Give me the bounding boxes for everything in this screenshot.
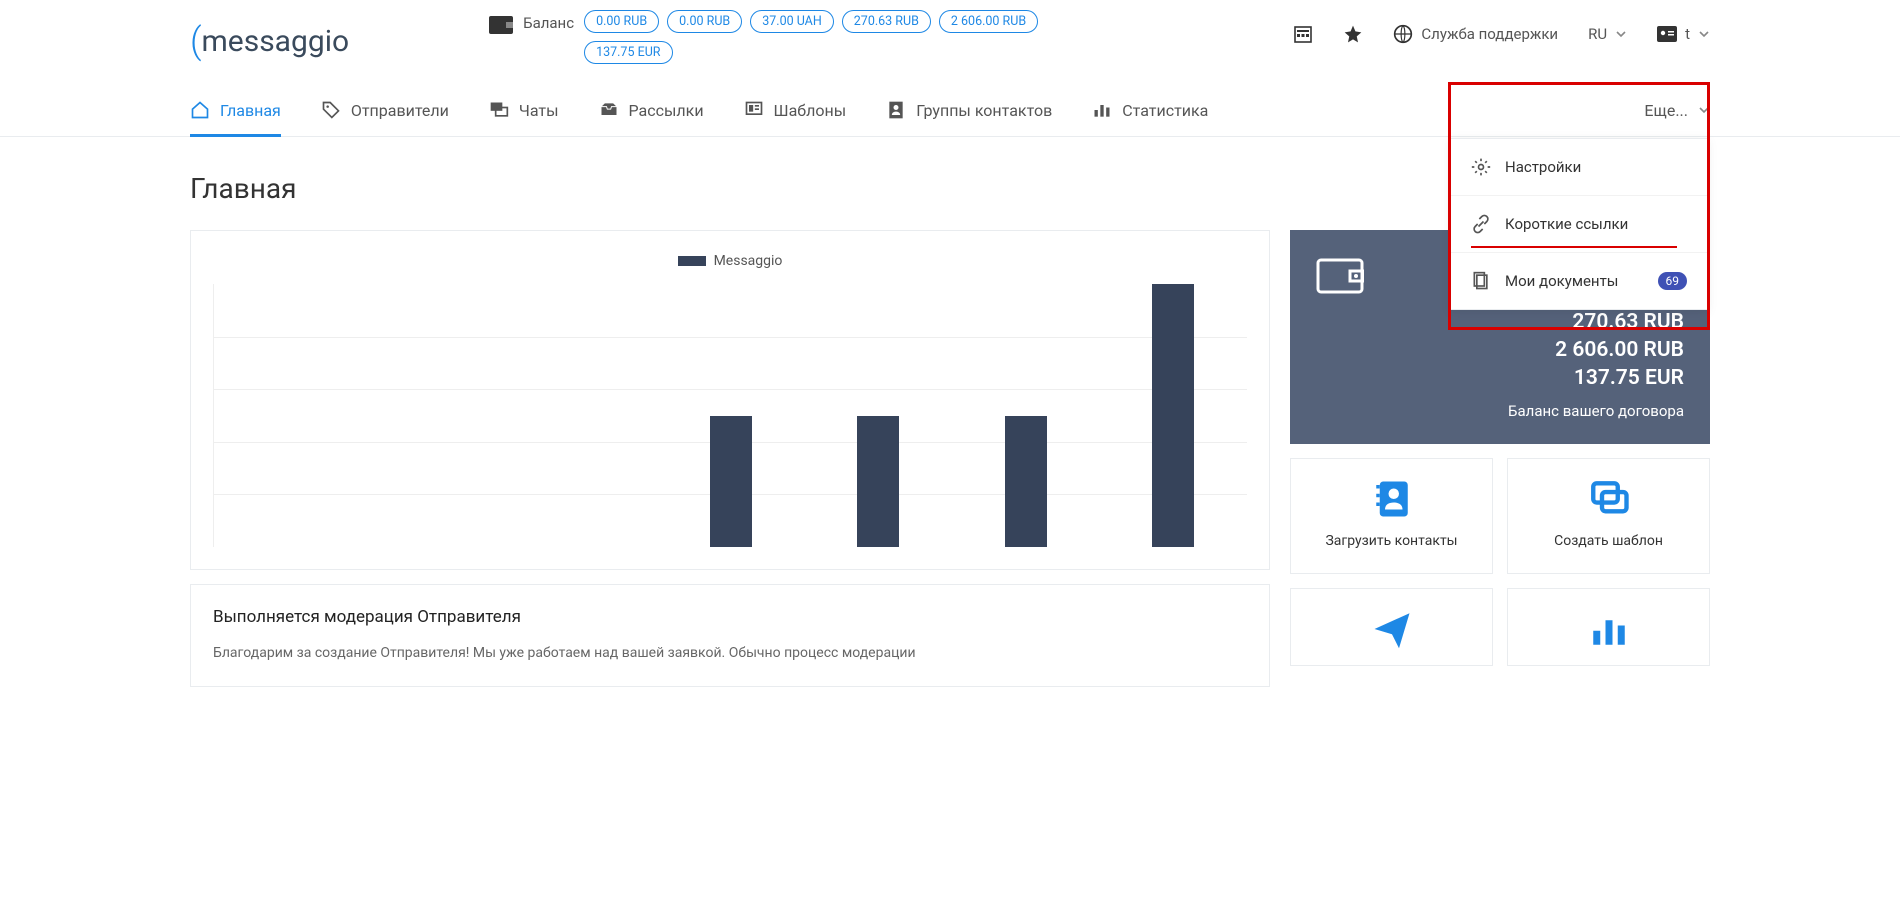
action-send[interactable] bbox=[1290, 588, 1493, 666]
action-upload-contacts[interactable]: Загрузить контакты bbox=[1290, 458, 1493, 574]
chevron-down-icon bbox=[1615, 28, 1627, 40]
tag-icon bbox=[321, 100, 341, 120]
dropdown-shortlinks[interactable]: Короткие ссылки bbox=[1451, 195, 1707, 252]
chat-icon bbox=[489, 100, 509, 120]
contacts-book-icon bbox=[1299, 479, 1484, 519]
balance-chip[interactable]: 270.63 RUB bbox=[842, 10, 931, 33]
dropdown-settings[interactable]: Настройки bbox=[1451, 139, 1707, 195]
bars-icon bbox=[1516, 609, 1701, 649]
chart-bar bbox=[857, 416, 899, 548]
moderation-card: Выполняется модерация Отправителя Благод… bbox=[190, 584, 1270, 687]
legend-swatch bbox=[678, 256, 706, 266]
nav-senders[interactable]: Отправители bbox=[321, 82, 449, 136]
calendar-icon[interactable] bbox=[1293, 24, 1313, 44]
chevron-down-icon bbox=[1698, 28, 1710, 40]
balance-chip[interactable]: 0.00 RUB bbox=[667, 10, 742, 33]
info-title: Выполняется модерация Отправителя bbox=[213, 607, 1247, 627]
balance-chip[interactable]: 37.00 UAH bbox=[750, 10, 834, 33]
balance-chip[interactable]: 137.75 EUR bbox=[584, 41, 672, 64]
chart-legend[interactable]: Messaggio bbox=[213, 253, 1247, 269]
star-icon[interactable] bbox=[1343, 24, 1363, 44]
nav-campaigns[interactable]: Рассылки bbox=[599, 82, 704, 136]
chart-area bbox=[213, 284, 1247, 547]
id-card-icon bbox=[1657, 26, 1677, 42]
inbox-icon bbox=[599, 100, 619, 120]
document-icon bbox=[1471, 271, 1491, 291]
wallet-icon bbox=[1316, 254, 1364, 294]
logo[interactable]: (messaggio bbox=[190, 20, 349, 62]
chart-card: Messaggio bbox=[190, 230, 1270, 570]
support-link[interactable]: Служба поддержки bbox=[1393, 24, 1558, 44]
stats-icon bbox=[1092, 100, 1112, 120]
nav-home[interactable]: Главная bbox=[190, 82, 281, 136]
nav-statistics[interactable]: Статистика bbox=[1092, 82, 1208, 136]
send-icon bbox=[1299, 609, 1484, 649]
nav-chats[interactable]: Чаты bbox=[489, 82, 559, 136]
nav-more[interactable]: Еще... bbox=[1644, 83, 1710, 136]
language-selector[interactable]: RU bbox=[1588, 25, 1627, 43]
chart-bar bbox=[1152, 284, 1194, 547]
highlight-underline bbox=[1471, 246, 1677, 248]
info-text: Благодарим за создание Отправителя! Мы у… bbox=[213, 643, 1247, 664]
template-icon bbox=[744, 100, 764, 120]
dropdown-documents[interactable]: Мои документы 69 bbox=[1451, 252, 1707, 309]
nav-templates[interactable]: Шаблоны bbox=[744, 82, 847, 136]
documents-badge: 69 bbox=[1658, 272, 1688, 290]
gear-icon bbox=[1471, 157, 1491, 177]
chart-bar bbox=[1005, 416, 1047, 548]
contacts-icon bbox=[886, 100, 906, 120]
user-menu[interactable]: t bbox=[1657, 25, 1710, 43]
nav-contact-groups[interactable]: Группы контактов bbox=[886, 82, 1052, 136]
chart-bar bbox=[710, 416, 752, 548]
balance-chip[interactable]: 0.00 RUB bbox=[584, 10, 659, 33]
action-stats[interactable] bbox=[1507, 588, 1710, 666]
support-icon bbox=[1393, 24, 1413, 44]
template-bubble-icon bbox=[1516, 479, 1701, 519]
balance-caption: Баланс вашего договора bbox=[1316, 402, 1684, 420]
more-dropdown: Настройки Короткие ссылки Мои документы … bbox=[1450, 138, 1708, 310]
balance-label: Баланс bbox=[523, 14, 574, 32]
wallet-icon bbox=[489, 16, 513, 34]
home-icon bbox=[190, 100, 210, 120]
balance-chip[interactable]: 2 606.00 RUB bbox=[939, 10, 1038, 33]
chevron-down-icon bbox=[1698, 104, 1710, 116]
balance-section: Баланс 0.00 RUB 0.00 RUB 37.00 UAH 270.63 R… bbox=[489, 10, 1044, 64]
link-icon bbox=[1471, 214, 1491, 234]
action-create-template[interactable]: Создать шаблон bbox=[1507, 458, 1710, 574]
